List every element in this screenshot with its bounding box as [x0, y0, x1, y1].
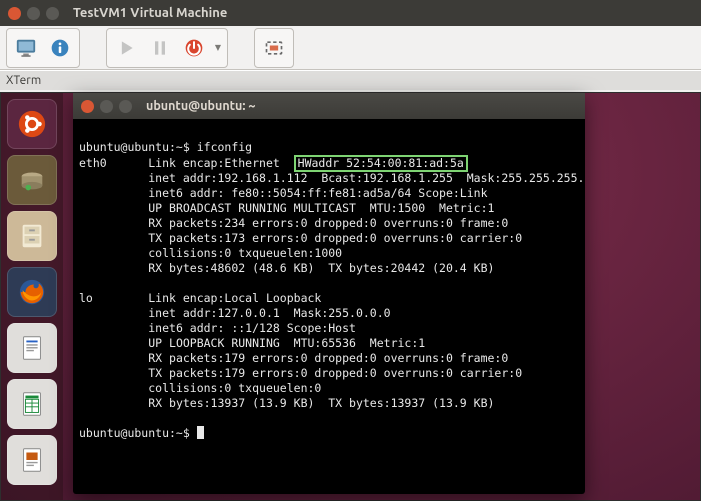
console-button[interactable]: [9, 31, 43, 65]
launcher-dash[interactable]: [7, 99, 57, 149]
close-icon[interactable]: [8, 7, 21, 20]
shutdown-button[interactable]: [177, 31, 211, 65]
spreadsheet-icon: [17, 389, 47, 419]
launcher-calc[interactable]: [7, 379, 57, 429]
iface-lo: lo: [79, 291, 93, 305]
launcher-files[interactable]: [7, 211, 57, 261]
xterm-tab-label[interactable]: XTerm: [0, 70, 701, 90]
details-button[interactable]: [43, 31, 77, 65]
presentation-icon: [17, 445, 47, 475]
pause-button: [143, 31, 177, 65]
maximize-icon[interactable]: [46, 7, 59, 20]
vm-toolbar: ▼: [0, 26, 701, 70]
monitor-icon: [15, 37, 37, 59]
guest-desktop: ubuntu@ubuntu: ~ ubuntu@ubuntu:~$ ifconf…: [0, 92, 701, 501]
play-button: [109, 31, 143, 65]
hwaddr-highlight: HWaddr 52:54:00:81:ad:5a: [294, 155, 468, 172]
terminal-title: ubuntu@ubuntu: ~: [146, 99, 255, 113]
pause-icon: [150, 38, 170, 58]
prompt: ubuntu@ubuntu:~$: [79, 426, 190, 440]
unity-launcher: [1, 93, 63, 500]
play-icon: [116, 38, 136, 58]
firefox-icon: [17, 277, 47, 307]
xterm-label-text: XTerm: [6, 74, 41, 87]
prompt: ubuntu@ubuntu:~$: [79, 140, 190, 154]
fullscreen-button[interactable]: [257, 31, 291, 65]
document-writer-icon: [17, 333, 47, 363]
launcher-install[interactable]: [7, 155, 57, 205]
maximize-icon[interactable]: [119, 100, 132, 113]
terminal-titlebar: ubuntu@ubuntu: ~: [73, 93, 585, 119]
power-icon: [184, 38, 204, 58]
launcher-impress[interactable]: [7, 435, 57, 485]
terminal-cursor: [197, 426, 204, 439]
iface-eth0: eth0: [79, 156, 107, 170]
info-icon: [50, 38, 70, 58]
launcher-writer[interactable]: [7, 323, 57, 373]
disk-icon: [17, 165, 47, 195]
launcher-firefox[interactable]: [7, 267, 57, 317]
ubuntu-logo-icon: [17, 109, 47, 139]
close-icon[interactable]: [81, 100, 94, 113]
file-cabinet-icon: [17, 221, 47, 251]
command-text: ifconfig: [197, 140, 252, 154]
vm-window-titlebar: TestVM1 Virtual Machine: [0, 0, 701, 26]
fullscreen-icon: [264, 38, 284, 58]
shutdown-menu-caret[interactable]: ▼: [211, 31, 225, 65]
minimize-icon[interactable]: [100, 100, 113, 113]
minimize-icon[interactable]: [27, 7, 40, 20]
vm-window-title: TestVM1 Virtual Machine: [73, 6, 227, 20]
terminal-body[interactable]: ubuntu@ubuntu:~$ ifconfig eth0 Link enca…: [73, 119, 585, 462]
terminal-window[interactable]: ubuntu@ubuntu: ~ ubuntu@ubuntu:~$ ifconf…: [73, 93, 585, 494]
